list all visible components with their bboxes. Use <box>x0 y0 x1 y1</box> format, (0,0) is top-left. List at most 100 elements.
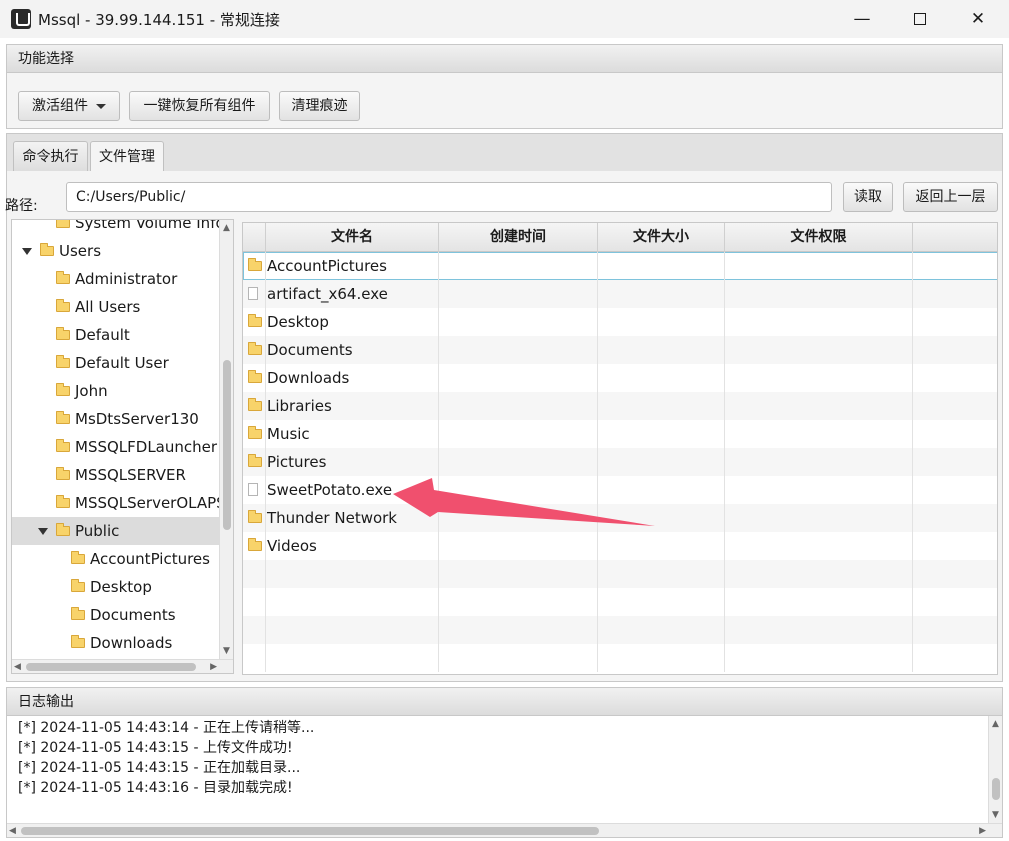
column-header-size[interactable]: 文件大小 <box>598 223 725 252</box>
file-table[interactable]: 文件名 创建时间 文件大小 文件权限 AccountPictures artifa… <box>242 222 998 675</box>
minimize-button[interactable]: — <box>833 0 891 38</box>
file-name-cell[interactable]: Thunder Network <box>248 504 397 532</box>
log-vertical-scrollbar[interactable]: ▲ ▼ <box>988 716 1002 823</box>
folder-icon <box>56 438 70 452</box>
scroll-up-icon[interactable]: ▲ <box>223 222 230 234</box>
table-row[interactable]: AccountPictures <box>243 252 997 280</box>
expand-triangle-icon[interactable] <box>22 248 32 255</box>
tree-scroll-thumb[interactable] <box>223 360 231 530</box>
table-row[interactable] <box>243 588 997 616</box>
log-horizontal-scrollbar[interactable]: ◀ ▶ <box>7 823 1002 837</box>
table-cell <box>266 644 439 672</box>
table-row[interactable] <box>243 616 997 644</box>
folder-icon <box>248 453 262 467</box>
tree-item-label: Default <box>75 326 130 344</box>
table-cell <box>439 364 598 392</box>
tree-item[interactable]: MSSQLServerOLAPService <box>12 489 220 517</box>
scroll-up-icon[interactable]: ▲ <box>992 718 999 730</box>
path-input[interactable]: C:/Users/Public/ <box>66 182 832 212</box>
file-name: Desktop <box>267 313 329 331</box>
file-name-cell[interactable]: Pictures <box>248 448 326 476</box>
file-name-cell[interactable]: SweetPotato.exe <box>248 476 392 504</box>
tree-item[interactable]: Users <box>12 237 220 265</box>
scroll-left-icon[interactable]: ◀ <box>9 825 16 837</box>
file-name-cell[interactable]: AccountPictures <box>248 252 387 280</box>
scroll-left-icon[interactable]: ◀ <box>14 661 21 673</box>
scroll-down-icon[interactable]: ▼ <box>992 809 999 821</box>
file-name-cell[interactable]: Downloads <box>248 364 349 392</box>
tree-item[interactable]: System Volume Info <box>12 220 220 237</box>
tree-item[interactable]: MSSQLFDLauncher <box>12 433 220 461</box>
tree-item[interactable]: Default <box>12 321 220 349</box>
table-row[interactable]: Thunder Network <box>243 504 997 532</box>
log-scroll-thumb[interactable] <box>992 778 1000 800</box>
tree-hscroll-thumb[interactable] <box>26 663 196 671</box>
table-row[interactable]: Desktop <box>243 308 997 336</box>
tab-command-exec[interactable]: 命令执行 <box>13 141 88 173</box>
tree-item[interactable]: Administrator <box>12 265 220 293</box>
column-header-created[interactable]: 创建时间 <box>439 223 598 252</box>
tree-item[interactable]: Desktop <box>12 573 220 601</box>
table-row[interactable]: Videos <box>243 532 997 560</box>
table-row[interactable]: SweetPotato.exe <box>243 476 997 504</box>
table-row[interactable]: Pictures <box>243 448 997 476</box>
file-name: Pictures <box>267 453 327 471</box>
close-icon: ✕ <box>970 9 986 29</box>
table-cell <box>439 420 598 448</box>
file-name-cell[interactable]: Videos <box>248 532 317 560</box>
table-cell <box>598 364 725 392</box>
file-name-cell[interactable]: Desktop <box>248 308 329 336</box>
table-cell <box>725 392 913 420</box>
app-icon <box>11 9 31 29</box>
tree-item[interactable]: Downloads <box>12 629 220 657</box>
expand-triangle-icon[interactable] <box>38 528 48 535</box>
tree-item[interactable]: AccountPictures <box>12 545 220 573</box>
column-header-name[interactable]: 文件名 <box>266 223 439 252</box>
log-hscroll-thumb[interactable] <box>21 827 599 835</box>
activate-component-dropdown[interactable]: 激活组件 <box>18 91 120 121</box>
table-row[interactable]: Music <box>243 420 997 448</box>
tree-item[interactable]: All Users <box>12 293 220 321</box>
table-row[interactable]: Documents <box>243 336 997 364</box>
table-cell <box>725 420 913 448</box>
chevron-down-icon <box>96 103 106 109</box>
file-name-cell[interactable]: Music <box>248 420 310 448</box>
table-cell <box>725 252 913 280</box>
table-row[interactable]: Downloads <box>243 364 997 392</box>
table-cell <box>439 504 598 532</box>
folder-icon <box>56 298 70 312</box>
tree-vertical-scrollbar[interactable]: ▲ ▼ <box>219 220 233 659</box>
tree-item[interactable]: Default User <box>12 349 220 377</box>
table-row[interactable] <box>243 560 997 588</box>
scroll-right-icon[interactable]: ▶ <box>979 825 986 837</box>
table-row[interactable] <box>243 644 997 672</box>
tree-item[interactable]: Public <box>12 517 220 545</box>
row-header-corner <box>243 223 266 252</box>
column-header-permission[interactable]: 文件权限 <box>725 223 913 252</box>
file-name-cell[interactable]: Libraries <box>248 392 332 420</box>
tree-item[interactable]: Documents <box>12 601 220 629</box>
tree-item[interactable]: MSSQLSERVER <box>12 461 220 489</box>
tab-file-manager[interactable]: 文件管理 <box>90 141 164 174</box>
maximize-button[interactable] <box>891 0 949 38</box>
file-name: AccountPictures <box>267 257 387 275</box>
directory-tree[interactable]: System Volume Info Users Administrator All … <box>11 219 234 674</box>
folder-icon <box>248 537 262 551</box>
table-cell <box>243 588 266 616</box>
tree-item[interactable]: John <box>12 377 220 405</box>
file-name-cell[interactable]: Documents <box>248 336 353 364</box>
go-up-button[interactable]: 返回上一层 <box>903 182 998 212</box>
file-name-cell[interactable]: artifact_x64.exe <box>248 280 388 308</box>
tree-horizontal-scrollbar[interactable]: ◀ ▶ <box>12 659 233 673</box>
read-button[interactable]: 读取 <box>843 182 893 212</box>
clean-traces-button[interactable]: 清理痕迹 <box>279 91 360 121</box>
tree-item[interactable]: MsDtsServer130 <box>12 405 220 433</box>
close-button[interactable]: ✕ <box>949 0 1007 38</box>
scroll-down-icon[interactable]: ▼ <box>223 645 230 657</box>
table-row[interactable]: artifact_x64.exe <box>243 280 997 308</box>
restore-all-components-button[interactable]: 一键恢复所有组件 <box>129 91 270 121</box>
table-row[interactable]: Libraries <box>243 392 997 420</box>
table-cell <box>598 280 725 308</box>
scroll-right-icon[interactable]: ▶ <box>210 661 217 673</box>
table-cell <box>439 616 598 644</box>
